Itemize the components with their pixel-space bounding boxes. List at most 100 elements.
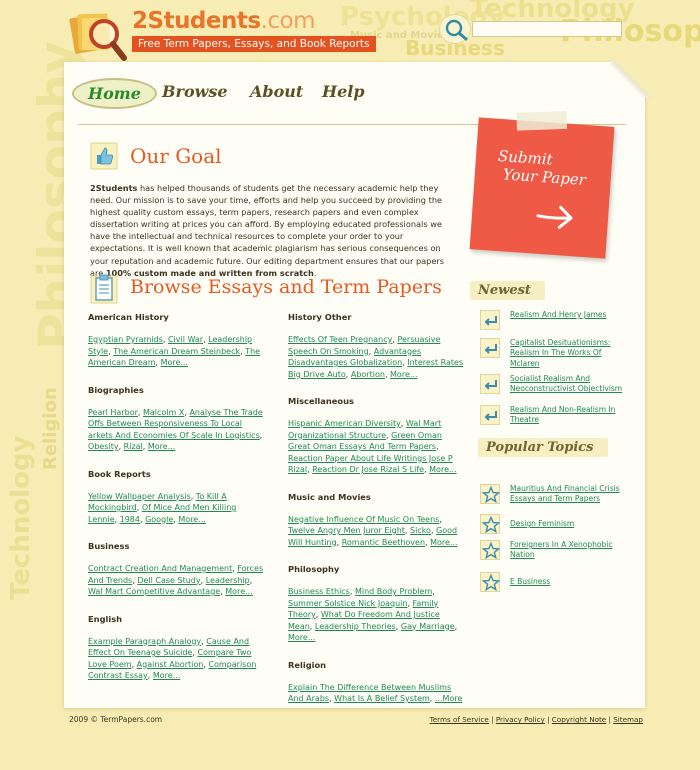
topic-link[interactable]: Egyptian Pyramids	[88, 335, 163, 344]
topic-link[interactable]: Reaction Dr Jose Rizal S Life	[312, 465, 424, 474]
topic-link[interactable]: Example Paragraph Analogy	[88, 637, 201, 646]
topic-link[interactable]: Civil War	[168, 335, 203, 344]
nav-home[interactable]: Home	[72, 78, 157, 109]
category-links: Explain The Difference Between Muslims A…	[288, 682, 463, 704]
main-nav: Home Browse About Help	[64, 76, 384, 112]
popular-link[interactable]: Design Feminism	[510, 519, 632, 529]
popular-link[interactable]: E Business	[510, 577, 632, 587]
browse-column-left: American History Egyptian Pyramids, Civil…	[88, 312, 264, 698]
more-link[interactable]: More...	[429, 465, 456, 474]
newest-link[interactable]: Capitalist Desituationisms: Realism In T…	[510, 338, 632, 369]
star-icon	[480, 540, 501, 560]
site-logo-text[interactable]: 2Students.com	[132, 8, 316, 34]
search-button[interactable]	[439, 14, 471, 44]
topic-link[interactable]: Malcolm X	[143, 408, 184, 417]
footer-copyright: 2009 © TermPapers.com	[69, 715, 163, 724]
brand-suffix: .com	[260, 8, 316, 34]
topic-link[interactable]: Wal Mart Competitive Advantage	[88, 587, 220, 596]
topic-link[interactable]: Pearl Harbor	[88, 408, 138, 417]
submit-paper-button[interactable]: Submit Your Paper	[469, 110, 615, 259]
bg-word-religion-vertical: Religion	[40, 387, 61, 470]
newest-link[interactable]: Realism And Non-Realism In Theatre	[510, 405, 632, 426]
topic-link[interactable]: Yellow Wallpaper Analysis	[88, 492, 191, 501]
topic-link[interactable]: Mind Body Problem	[355, 587, 432, 596]
topic-link[interactable]: Google	[145, 515, 173, 524]
star-icon	[480, 514, 501, 534]
category-heading: Biographies	[88, 384, 144, 395]
return-arrow-icon	[480, 374, 500, 394]
topic-link[interactable]: Gay Marriage	[401, 622, 455, 631]
topic-link[interactable]: Hispanic American Diversity	[288, 419, 401, 428]
category-links: Hispanic American Diversity, Wal Mart Or…	[288, 419, 457, 474]
search-icon	[445, 19, 468, 41]
nav-about[interactable]: About	[250, 82, 303, 101]
category-heading: Book Reports	[88, 468, 151, 479]
topic-link[interactable]: The American Dream Steinbeck	[113, 347, 240, 356]
topic-link[interactable]: Abortion	[351, 370, 385, 379]
thumbs-up-icon	[90, 142, 118, 170]
nav-browse[interactable]: Browse	[162, 82, 228, 101]
category-heading: Music and Movies	[288, 491, 371, 502]
topic-link[interactable]: What Is A Belief System	[334, 694, 430, 703]
category-links: Egyptian Pyramids, Civil War, Leadership…	[88, 335, 261, 367]
footer-privacy-link[interactable]: Privacy Policy	[496, 715, 545, 724]
more-link[interactable]: More...	[148, 442, 175, 451]
popular-link[interactable]: Foreigners In A Xenophobic Nation	[510, 540, 632, 561]
notepad-icon	[90, 274, 118, 304]
topic-link[interactable]: Business Ethics	[288, 587, 350, 596]
category-heading: American History	[88, 312, 169, 322]
newest-link[interactable]: Socialist Realism And Neoconstructivist …	[510, 374, 632, 395]
topic-link[interactable]: 1984	[120, 515, 140, 524]
topic-link[interactable]: Sicko	[410, 526, 431, 535]
footer-copyright-link[interactable]: Copyright Note	[552, 715, 606, 724]
tape-strip	[516, 110, 567, 131]
newest-heading: Newest	[470, 281, 545, 300]
category-links: Negative Influence Of Music On Teens, Tw…	[288, 514, 458, 547]
topic-link[interactable]: Against Abortion	[137, 660, 204, 669]
browse-title: Browse Essays and Term Papers	[130, 276, 442, 298]
goal-brand: 2Students	[90, 183, 138, 193]
bg-word-technology-vertical: Technology	[6, 435, 36, 600]
goal-text-1: has helped thousands of students get the…	[90, 183, 445, 278]
page-curl	[611, 58, 651, 98]
topic-link[interactable]: Contract Creation And Management	[88, 564, 232, 573]
category-heading: Business	[88, 541, 130, 551]
topic-link[interactable]: Leadership Theories	[315, 622, 396, 631]
more-link[interactable]: More...	[153, 671, 180, 680]
category-heading: History Other	[288, 312, 352, 322]
submit-label: Submit Your Paper	[496, 147, 588, 189]
more-link[interactable]: More...	[225, 587, 252, 596]
topic-link[interactable]: Dell Case Study	[137, 576, 200, 585]
more-link[interactable]: ...More	[435, 694, 462, 703]
folder-magnifier-logo-icon	[66, 4, 130, 64]
newest-link[interactable]: Realism And Henry James	[510, 310, 632, 320]
content-paper: Home Browse About Help Our Goal 2Student…	[64, 58, 651, 708]
category-heading: Religion	[288, 659, 327, 670]
more-link[interactable]: More...	[430, 538, 457, 547]
site-tagline: Free Term Papers, Essays, and Book Repor…	[132, 36, 376, 52]
nav-help[interactable]: Help	[322, 82, 365, 101]
topic-link[interactable]: Negative Influence Of Music On Teens	[288, 515, 439, 524]
more-link[interactable]: More...	[178, 515, 205, 524]
goal-paragraph: 2Students has helped thousands of studen…	[90, 182, 450, 279]
category-heading: English	[88, 613, 123, 624]
footer-terms-link[interactable]: Terms of Service	[430, 715, 489, 724]
topic-link[interactable]: Romantic Beethoven	[342, 538, 425, 547]
search-input[interactable]	[472, 21, 622, 37]
brand-name: 2Students	[132, 8, 261, 34]
category-links: Business Ethics, Mind Body Problem, Summ…	[288, 587, 458, 642]
popular-link[interactable]: Mauritius And Financial Crisis Essays an…	[510, 484, 632, 505]
topic-link[interactable]: Rizal	[124, 442, 143, 451]
more-link[interactable]: More...	[390, 370, 417, 379]
topic-link[interactable]: Leadership	[206, 576, 250, 585]
topic-link[interactable]: Obesity	[88, 442, 119, 451]
star-icon	[480, 572, 501, 592]
topic-link[interactable]: Summer Solstice Nick Joaquin	[288, 599, 407, 608]
popular-topics-heading: Popular Topics	[478, 438, 608, 457]
more-link[interactable]: More...	[161, 358, 188, 367]
more-link[interactable]: More...	[288, 633, 315, 642]
topic-link[interactable]: Effects Of Teen Pregnancy	[288, 335, 392, 344]
footer-sitemap-link[interactable]: Sitemap	[613, 715, 643, 724]
topic-link[interactable]: Twelve Angry Men Juror Eight	[288, 526, 405, 535]
return-arrow-icon	[480, 338, 500, 358]
